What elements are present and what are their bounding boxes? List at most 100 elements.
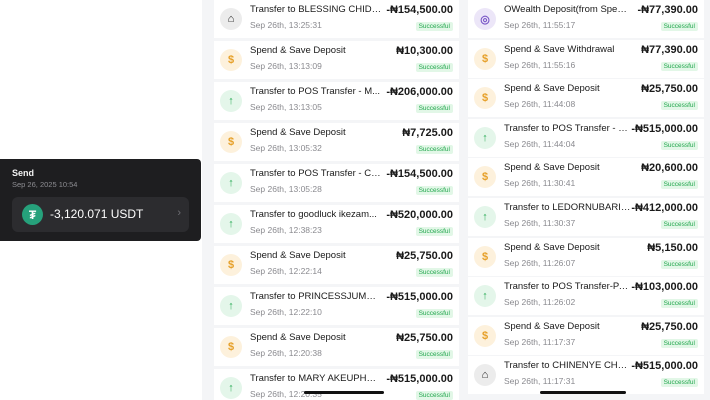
- transaction-title: Spend & Save Deposit: [504, 320, 600, 332]
- transaction-title: Transfer to POS Transfer - M...: [504, 122, 632, 134]
- chevron-right-icon: ›: [177, 207, 181, 219]
- money-bag-icon: $: [220, 336, 242, 358]
- arrow-up-icon: ↑: [474, 285, 496, 308]
- status-badge: Successful: [660, 259, 698, 269]
- transaction-title: Spend & Save Deposit: [504, 83, 600, 95]
- status-badge: Successful: [660, 338, 698, 348]
- transaction-date: Sep 26th, 13:05:28: [250, 184, 322, 194]
- status-badge: Successful: [415, 391, 453, 400]
- transaction-amount: ₦77,390.00: [641, 43, 698, 56]
- transaction-title: Transfer to goodluck ikezam...: [250, 209, 377, 220]
- transaction-row[interactable]: ↑ Transfer to goodluck ikezam... Sep 26th,…: [214, 205, 459, 243]
- transaction-amount: -₦515,000.00: [386, 373, 453, 385]
- transaction-title: Spend & Save Deposit: [250, 45, 346, 56]
- transaction-row[interactable]: $ Spend & Save Withdrawal Sep 26th, 11:55:…: [468, 39, 704, 78]
- transaction-amount: -₦77,390.00: [637, 4, 698, 16]
- status-badge: Successful: [415, 22, 453, 31]
- transaction-row[interactable]: ⌂ Transfer to BLESSING CHIDIN... Sep 26th,…: [214, 0, 459, 38]
- transaction-row[interactable]: $ Spend & Save Deposit Sep 26th, 11:26:07 ₦…: [468, 237, 704, 276]
- transaction-amount: ₦7,725.00: [402, 127, 453, 139]
- money-bag-icon: $: [220, 254, 242, 276]
- status-badge: Successful: [415, 104, 453, 113]
- transaction-amount: -₦103,000.00: [631, 281, 698, 294]
- transaction-date: Sep 26th, 11:30:41: [504, 178, 576, 189]
- arrow-up-icon: ↑: [474, 126, 496, 149]
- money-bag-icon: $: [474, 47, 496, 70]
- transaction-date: Sep 26th, 11:26:02: [504, 297, 576, 308]
- status-badge: Successful: [415, 227, 453, 236]
- transaction-row[interactable]: $ Spend & Save Deposit Sep 26th, 13:13:09 ₦…: [214, 41, 459, 79]
- transaction-amount: -₦206,000.00: [386, 86, 453, 98]
- transaction-title: Spend & Save Deposit: [250, 127, 346, 138]
- transaction-amount: -₦412,000.00: [631, 202, 698, 214]
- transaction-title: Spend & Save Deposit: [504, 162, 600, 174]
- arrow-up-icon: ↑: [220, 213, 242, 235]
- transaction-amount: ₦10,300.00: [396, 45, 453, 57]
- transaction-date: Sep 26th, 13:25:31: [250, 20, 322, 30]
- home-indicator-left: [304, 391, 384, 394]
- transaction-date: Sep 26th, 11:44:08: [504, 99, 576, 110]
- transaction-date: Sep 26th, 11:44:04: [504, 138, 576, 149]
- transaction-row[interactable]: ↑ Transfer to PRINCESSJUMBO... Sep 26th, 1…: [214, 287, 459, 325]
- transaction-date: Sep 26th, 11:55:16: [504, 59, 576, 70]
- transaction-row[interactable]: $ Spend & Save Deposit Sep 26th, 12:22:14 ₦…: [214, 246, 459, 284]
- home-indicator-right: [540, 391, 626, 394]
- transaction-row[interactable]: ↑ Transfer to POS Transfer - M... Sep 26th…: [214, 82, 459, 120]
- send-card-timestamp: Sep 26, 2025 10:54: [12, 180, 78, 189]
- status-badge: Successful: [660, 22, 698, 31]
- transaction-title: Transfer to LEDORNUBARI D...: [504, 202, 632, 213]
- arrow-up-icon: ↑: [474, 206, 496, 228]
- status-badge: Successful: [415, 268, 453, 277]
- transaction-date: Sep 26th, 11:17:31: [504, 376, 576, 387]
- transaction-row[interactable]: ↑ Transfer to POS Transfer-PAU... Sep 26th…: [468, 277, 704, 316]
- transaction-date: Sep 26th, 12:22:14: [250, 266, 322, 276]
- transaction-row[interactable]: $ Spend & Save Deposit Sep 26th, 12:20:38 ₦…: [214, 328, 459, 366]
- status-badge: Successful: [415, 309, 453, 318]
- transaction-row[interactable]: $ Spend & Save Deposit Sep 26th, 13:05:32 ₦…: [214, 123, 459, 161]
- transaction-title: Transfer to PRINCESSJUMBO...: [250, 291, 382, 302]
- status-badge: Successful: [415, 145, 453, 154]
- transaction-row[interactable]: ↑ Transfer to POS Transfer - M... Sep 26th…: [468, 118, 704, 157]
- transaction-title: Transfer to BLESSING CHIDIN...: [250, 4, 382, 15]
- transaction-amount: ₦20,600.00: [641, 162, 698, 175]
- status-badge: Successful: [660, 140, 698, 150]
- send-amount-row[interactable]: ₮ -3,120.071 USDT ›: [12, 197, 189, 232]
- screenshot-collage: Send Sep 26, 2025 10:54 ₮ -3,120.071 USD…: [0, 0, 710, 400]
- transaction-row[interactable]: $ Spend & Save Deposit Sep 26th, 11:17:37 ₦…: [468, 316, 704, 355]
- bank-icon: ⌂: [220, 8, 242, 30]
- transaction-date: Sep 26th, 11:55:17: [504, 20, 576, 30]
- transaction-amount: ₦25,750.00: [396, 250, 453, 262]
- transaction-amount: ₦25,750.00: [641, 83, 698, 96]
- transaction-amount: -₦154,500.00: [386, 168, 453, 180]
- transaction-date: Sep 26th, 12:22:10: [250, 307, 322, 317]
- transaction-amount: -₦520,000.00: [386, 209, 453, 221]
- status-badge: Successful: [660, 101, 698, 111]
- status-badge: Successful: [660, 220, 698, 229]
- arrow-up-icon: ↑: [220, 172, 242, 194]
- transaction-row[interactable]: ↑ Transfer to LEDORNUBARI D... Sep 26th, 1…: [468, 198, 704, 236]
- transaction-amount: ₦25,750.00: [396, 332, 453, 344]
- transaction-title: Transfer to POS Transfer - CH...: [250, 168, 382, 179]
- transaction-row[interactable]: ↑ Transfer to POS Transfer - CH... Sep 26t…: [214, 164, 459, 202]
- transaction-amount: -₦515,000.00: [386, 291, 453, 303]
- status-badge: Successful: [415, 186, 453, 195]
- status-badge: Successful: [660, 299, 698, 309]
- transaction-title: Transfer to POS Transfer - M...: [250, 86, 381, 97]
- money-bag-icon: $: [474, 324, 496, 347]
- arrow-up-icon: ↑: [220, 377, 242, 399]
- transaction-row[interactable]: ⌂ Transfer to CHINENYE CHRIS... Sep 26th, …: [468, 356, 704, 395]
- money-bag-icon: $: [220, 49, 242, 71]
- status-badge: Successful: [660, 180, 698, 190]
- transaction-amount: -₦515,000.00: [631, 122, 698, 135]
- money-bag-icon: $: [220, 131, 242, 153]
- status-badge: Successful: [415, 63, 453, 72]
- transaction-row[interactable]: $ Spend & Save Deposit Sep 26th, 11:30:41 ₦…: [468, 158, 704, 197]
- transaction-row[interactable]: ↑ Transfer to MARY AKEUPHEL... Sep 26th, 1…: [214, 369, 459, 400]
- transaction-title: Spend & Save Deposit: [504, 241, 600, 253]
- transaction-date: Sep 26th, 13:13:05: [250, 102, 322, 112]
- arrow-up-icon: ↑: [220, 90, 242, 112]
- transaction-date: Sep 26th, 13:13:09: [250, 61, 322, 71]
- transaction-row[interactable]: ◎ OWealth Deposit(from Spend &... Sep 26th…: [468, 0, 704, 38]
- transaction-amount: ₦5,150.00: [647, 241, 698, 254]
- transaction-row[interactable]: $ Spend & Save Deposit Sep 26th, 11:44:08 ₦…: [468, 79, 704, 118]
